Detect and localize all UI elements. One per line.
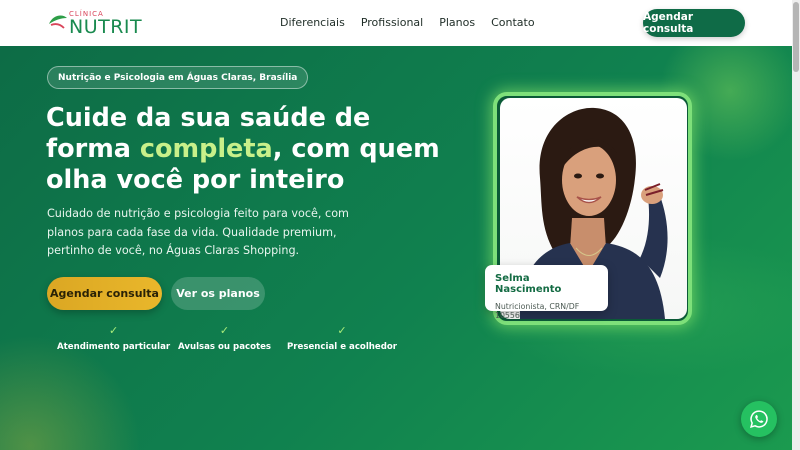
whatsapp-icon: [750, 410, 768, 428]
clinic-logo[interactable]: CLÍNICA NUTRIT: [47, 9, 142, 38]
whatsapp-button[interactable]: [741, 401, 777, 437]
headline-line-1: Cuide da sua saúde de: [46, 103, 371, 133]
site-header: CLÍNICA NUTRIT Diferenciais Profissional…: [0, 0, 792, 46]
feature-label: Atendimento particular: [57, 342, 171, 352]
check-icon: ✓: [337, 324, 347, 337]
schedule-consultation-button[interactable]: Agendar consulta: [47, 277, 162, 310]
check-icon: ✓: [219, 324, 230, 337]
feature-label: Presencial e acolhedor: [287, 342, 398, 352]
logo-main-text: NUTRIT: [69, 16, 143, 38]
feature-item: ✓ Atendimento particular: [57, 324, 170, 352]
scrollbar-thumb[interactable]: [793, 2, 799, 72]
header-schedule-button[interactable]: Agendar consulta: [643, 9, 745, 37]
hero-headline: Cuide da sua saúde de forma completa, co…: [46, 103, 466, 196]
feature-item: ✓ Presencial e acolhedor: [287, 324, 397, 352]
profile-role: Nutricionista, CRN/DF 10556: [495, 302, 580, 320]
main-nav: Diferenciais Profissional Planos Contato: [280, 16, 535, 29]
profile-name: Selma Nascimento: [495, 273, 562, 295]
nav-item-planos[interactable]: Planos: [439, 16, 475, 29]
nav-item-contato[interactable]: Contato: [491, 16, 534, 29]
location-badge: Nutrição e Psicologia em Águas Claras, B…: [47, 66, 309, 89]
feature-item: ✓ Avulsas ou pacotes: [178, 324, 271, 352]
feature-label: Avulsas ou pacotes: [178, 342, 272, 352]
hero-description: Cuidado de nutrição e psicologia feito p…: [47, 207, 349, 257]
page-scrollbar[interactable]: [792, 0, 800, 450]
profile-name-card: Selma Nascimento Nutricionista, CRN/DF 1…: [485, 265, 608, 320]
view-plans-button[interactable]: Ver os planos: [171, 277, 265, 310]
headline-line-2-end: , com quem: [272, 134, 440, 164]
headline-highlight: completa: [139, 134, 273, 164]
nav-item-diferenciais[interactable]: Diferenciais: [280, 16, 345, 29]
headline-line-3: olha você por inteiro: [46, 165, 345, 195]
nav-item-profissional[interactable]: Profissional: [361, 16, 423, 29]
feature-list: ✓ Atendimento particular ✓ Avulsas ou pa…: [47, 324, 397, 360]
leaf-icon: [49, 15, 67, 29]
check-icon: ✓: [108, 324, 119, 337]
headline-line-2-start: forma: [46, 134, 140, 164]
